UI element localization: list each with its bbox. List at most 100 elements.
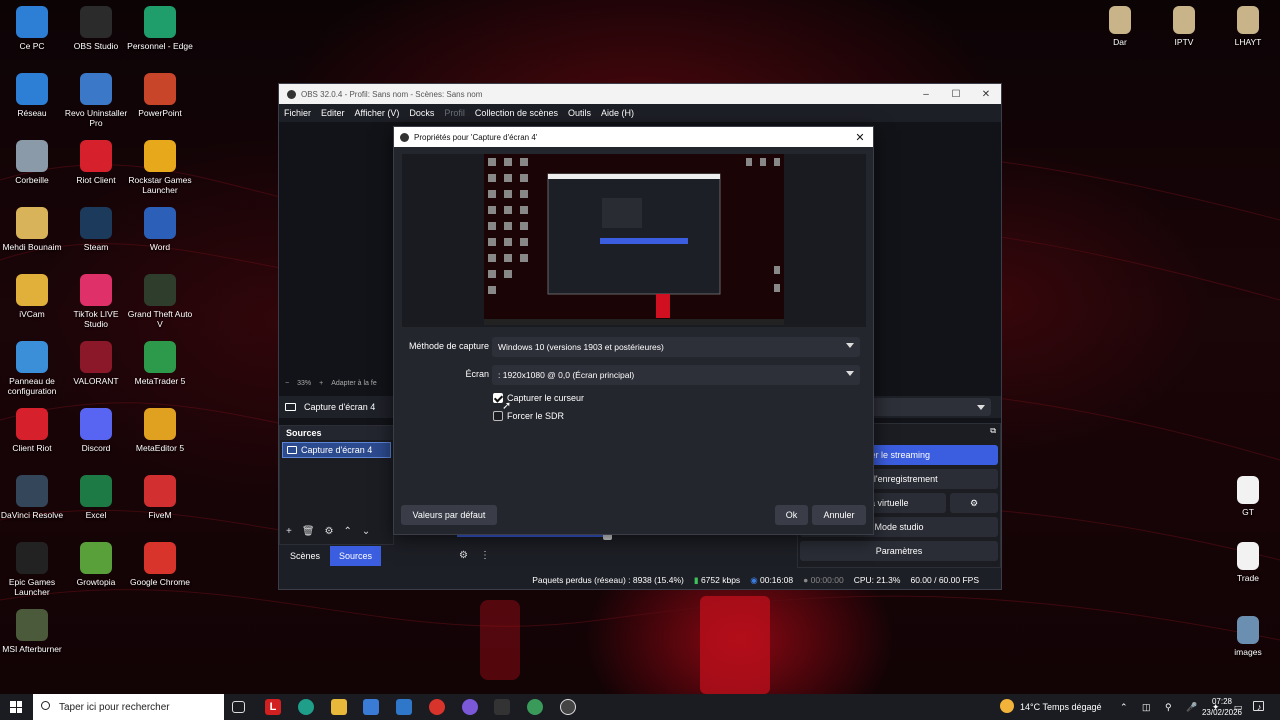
menu-outils[interactable]: Outils bbox=[568, 108, 591, 118]
file-explorer-icon[interactable] bbox=[331, 699, 347, 715]
revo-icon bbox=[80, 73, 112, 105]
desktop-icon-label: Google Chrome bbox=[129, 577, 190, 587]
delete-icon[interactable]: 🗑 bbox=[302, 526, 315, 537]
taskbar-search[interactable]: Taper ici pour rechercher bbox=[33, 694, 224, 720]
menu-docks[interactable]: Docks bbox=[409, 108, 434, 118]
mail-icon[interactable] bbox=[396, 699, 412, 715]
desktop-icon[interactable]: MetaTrader 5 bbox=[126, 341, 194, 386]
excel-icon bbox=[80, 475, 112, 507]
menu-collection[interactable]: Collection de scènes bbox=[475, 108, 558, 118]
ok-button[interactable]: Ok bbox=[775, 505, 808, 525]
zoom-in-button[interactable]: + bbox=[319, 380, 323, 387]
desktop-icon[interactable]: Grand Theft Auto V bbox=[126, 274, 194, 329]
obs-titlebar[interactable]: OBS 32.0.4 - Profil: Sans nom - Scènes: … bbox=[279, 84, 1001, 104]
menu-editer[interactable]: Editer bbox=[321, 108, 345, 118]
fivem-icon bbox=[144, 475, 176, 507]
task-view-icon[interactable] bbox=[232, 701, 245, 713]
desktop-icon[interactable]: Client Riot bbox=[0, 408, 66, 453]
desktop-icon[interactable]: Ce PC bbox=[0, 6, 66, 51]
capture-method-row: Méthode de capture Windows 10 (versions … bbox=[394, 337, 875, 357]
desktop-icon[interactable]: iVCam bbox=[0, 274, 66, 319]
capture-method-select[interactable]: Windows 10 (versions 1903 et postérieure… bbox=[492, 337, 860, 357]
maximize-icon[interactable]: ☐ bbox=[941, 89, 971, 100]
desktop-icon[interactable]: Réseau bbox=[0, 73, 66, 118]
desktop-icon[interactable]: LHAYT bbox=[1214, 6, 1280, 47]
menu-afficher[interactable]: Afficher (V) bbox=[355, 108, 400, 118]
force-sdr-checkbox[interactable] bbox=[493, 411, 503, 421]
defaults-button[interactable]: Valeurs par défaut bbox=[401, 505, 497, 525]
gear-icon[interactable]: ⚙ bbox=[325, 526, 334, 537]
desktop-icon[interactable]: FiveM bbox=[126, 475, 194, 520]
clock[interactable]: 07:28 23/02/2026 bbox=[1200, 696, 1244, 718]
desktop-icon[interactable]: images bbox=[1214, 616, 1280, 657]
desktop-icon[interactable]: TikTok LIVE Studio bbox=[62, 274, 130, 329]
dialog-titlebar[interactable]: Propriétés pour 'Capture d'écran 4' ✕ bbox=[394, 127, 873, 147]
properties-dialog[interactable]: Propriétés pour 'Capture d'écran 4' ✕ Mé… bbox=[393, 126, 874, 535]
zoom-out-button[interactable]: − bbox=[285, 380, 289, 387]
move-up-icon[interactable]: ⌃ bbox=[344, 526, 352, 537]
minimize-icon[interactable]: – bbox=[911, 89, 941, 100]
desktop-icon[interactable]: Dar bbox=[1086, 6, 1154, 47]
desktop-icon[interactable]: VALORANT bbox=[62, 341, 130, 386]
taskbar-l-app-icon[interactable]: L bbox=[265, 699, 281, 715]
close-icon[interactable]: ✕ bbox=[971, 89, 1001, 100]
app-purple-icon[interactable] bbox=[462, 699, 478, 715]
menu-fichier[interactable]: Fichier bbox=[284, 108, 311, 118]
virtual-camera-settings-button[interactable]: ⚙ bbox=[950, 493, 998, 513]
edge-icon[interactable] bbox=[298, 699, 314, 715]
desktop-icon[interactable]: Epic Games Launcher bbox=[0, 542, 66, 597]
rockstar-icon bbox=[144, 140, 176, 172]
desktop-icon[interactable]: OBS Studio bbox=[62, 6, 130, 51]
desktop-icon[interactable]: DaVinci Resolve bbox=[0, 475, 66, 520]
weather-text[interactable]: 14°C Temps dégagé bbox=[1020, 694, 1102, 720]
source-dropdown[interactable] bbox=[865, 398, 991, 416]
tab-sources[interactable]: Sources bbox=[330, 546, 382, 566]
taskbar: Taper ici pour rechercher L 14°C Temps d… bbox=[0, 694, 1280, 720]
steam-icon bbox=[80, 207, 112, 239]
epic-icon[interactable] bbox=[494, 699, 510, 715]
menu-profil[interactable]: Profil bbox=[444, 108, 465, 118]
desktop-icon[interactable]: Mehdi Bounaim bbox=[0, 207, 66, 252]
screen-row: Écran : 1920x1080 @ 0,0 (Écran principal… bbox=[394, 365, 875, 385]
desktop-icon[interactable]: IPTV bbox=[1150, 6, 1218, 47]
desktop-icon[interactable]: Growtopia bbox=[62, 542, 130, 587]
desktop-icon[interactable]: GT bbox=[1214, 476, 1280, 517]
desktop-icon[interactable]: Panneau de configuration bbox=[0, 341, 66, 396]
tab-scenes[interactable]: Scènes bbox=[281, 546, 329, 566]
store-icon[interactable] bbox=[363, 699, 379, 715]
gear-icon[interactable]: ⚙ bbox=[459, 550, 468, 561]
chrome-profile-icon[interactable] bbox=[527, 699, 543, 715]
add-icon[interactable]: + bbox=[286, 526, 292, 537]
desktop-icon[interactable]: Riot Client bbox=[62, 140, 130, 185]
source-list-item[interactable]: Capture d'écran 4 bbox=[282, 442, 391, 458]
desktop-icon[interactable]: Discord bbox=[62, 408, 130, 453]
settings-button[interactable]: Paramètres bbox=[800, 541, 998, 561]
desktop-icon[interactable]: MetaEditor 5 bbox=[126, 408, 194, 453]
desktop-icon[interactable]: Personnel - Edge bbox=[126, 6, 194, 51]
zoom-fit-button[interactable]: Adapter à la fe bbox=[331, 380, 377, 387]
desktop-icon[interactable]: Revo Uninstaller Pro bbox=[62, 73, 130, 128]
cancel-button[interactable]: Annuler bbox=[812, 505, 866, 525]
obs-taskbar-icon[interactable] bbox=[560, 699, 576, 715]
stream-time: ◉ 00:16:08 bbox=[750, 574, 794, 585]
moon-weather-icon bbox=[1000, 699, 1014, 713]
desktop-icon[interactable]: Rockstar Games Launcher bbox=[126, 140, 194, 195]
menu-aide[interactable]: Aide (H) bbox=[601, 108, 634, 118]
desktop-icon[interactable]: MSI Afterburner bbox=[0, 609, 66, 654]
dock-popout-icon[interactable]: ⧉ bbox=[990, 426, 996, 436]
windows-start-icon[interactable] bbox=[10, 701, 22, 713]
desktop-icon[interactable]: Trade bbox=[1214, 542, 1280, 583]
notification-icon[interactable] bbox=[1253, 701, 1264, 711]
desktop-icon[interactable]: Steam bbox=[62, 207, 130, 252]
desktop-icon[interactable]: Excel bbox=[62, 475, 130, 520]
move-down-icon[interactable]: ⌄ bbox=[362, 526, 370, 537]
close-icon[interactable]: ✕ bbox=[847, 131, 873, 144]
more-icon[interactable]: ⋮ bbox=[480, 550, 490, 561]
desktop-icon[interactable]: Corbeille bbox=[0, 140, 66, 185]
desktop-icon[interactable]: Word bbox=[126, 207, 194, 252]
tray-icons[interactable]: ⌃ ◫ ⚲ 🎤 ✦ ▭ ♪ bbox=[1120, 694, 1267, 720]
desktop-icon[interactable]: Google Chrome bbox=[126, 542, 194, 587]
chrome-icon[interactable] bbox=[429, 699, 445, 715]
screen-select[interactable]: : 1920x1080 @ 0,0 (Écran principal) bbox=[492, 365, 860, 385]
desktop-icon[interactable]: PowerPoint bbox=[126, 73, 194, 118]
